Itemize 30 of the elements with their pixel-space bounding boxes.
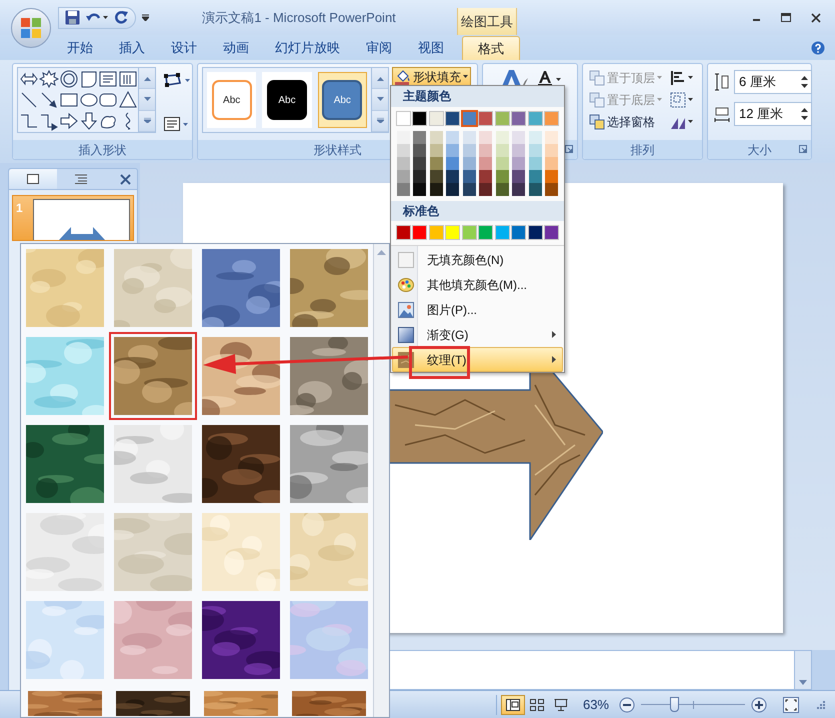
ribbon-tab[interactable]: 插入 [106,36,158,60]
ribbon-tab[interactable]: 开始 [54,36,106,60]
group-label: 插入形状 [78,142,126,158]
shape-style-option[interactable]: Abc [207,72,256,128]
group-label: 形状样式 [314,142,362,158]
menu-item[interactable]: 渐变(G) [392,322,563,347]
menu-item[interactable]: 纹理(T) [392,347,563,372]
ribbon-tab[interactable]: 设计 [158,36,210,60]
width-field[interactable]: 12 厘米 [734,102,812,126]
group-label: 排列 [630,142,654,158]
ribbon-tab[interactable]: 视图 [405,36,457,60]
ribbon-tab[interactable]: 幻灯片放映 [262,36,353,60]
menu-heading: 标准色 [391,200,564,221]
ribbon-tab[interactable]: 格式 [462,36,520,60]
slide-number: 1 [16,200,24,217]
zoom-percentage[interactable]: 63% [578,694,613,714]
menu-heading: 主题颜色 [391,86,564,106]
menu-item[interactable]: 无填充颜色(N) [392,247,563,272]
shape-style-option[interactable]: Abc [318,72,367,128]
contextual-tab-header: 绘图工具 [457,8,517,35]
height-field[interactable]: 6 厘米 [734,70,812,94]
ribbon-tab[interactable]: 动画 [210,36,262,60]
window-title: 演示文稿1 - Microsoft PowerPoint [201,8,397,27]
arrange-button[interactable]: 选择窗格 [589,112,655,131]
shape-fill-button[interactable]: 形状填充 [392,67,471,86]
ribbon-tab[interactable]: 审阅 [353,36,405,60]
menu-item[interactable]: 其他填充颜色(M)... [392,272,563,297]
group-label: 大小 [748,142,772,158]
shape-style-option[interactable]: Abc [262,72,312,128]
menu-item[interactable]: 图片(P)... [392,297,563,322]
